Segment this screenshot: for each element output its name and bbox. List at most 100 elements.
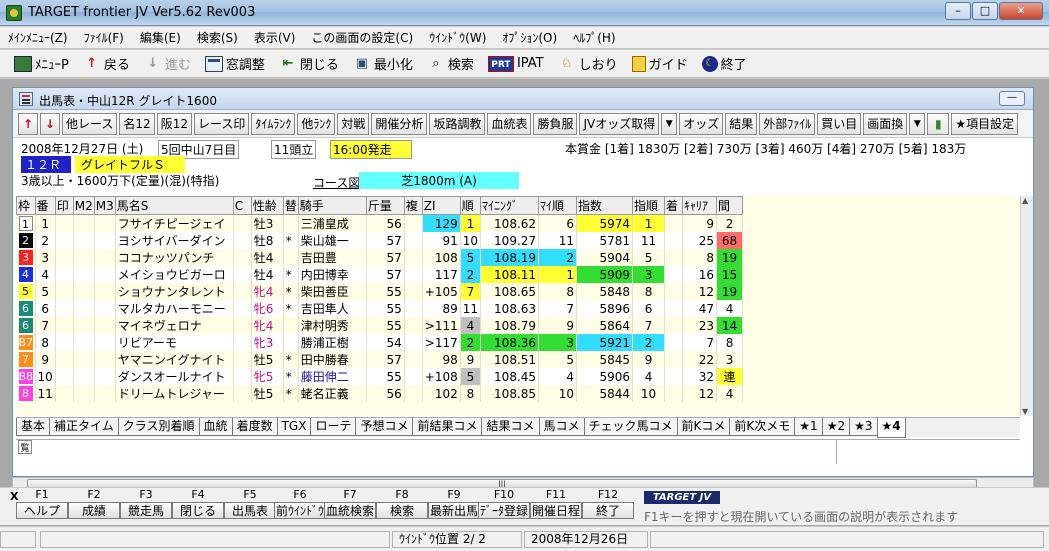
fkey-f4[interactable]: F4 閉じる bbox=[172, 488, 224, 519]
item-settings-button[interactable]: ★項目設定 bbox=[951, 112, 1019, 135]
fkey-label[interactable]: 閉じる bbox=[172, 502, 224, 519]
column-header[interactable]: 馬名S bbox=[114, 196, 234, 215]
fkey-f8[interactable]: F8 検索 bbox=[376, 488, 428, 519]
forward-button[interactable]: ↓ 進む bbox=[144, 54, 190, 74]
column-header[interactable]: C bbox=[232, 196, 252, 215]
tab-item[interactable]: TGX bbox=[276, 418, 312, 436]
other-race-button[interactable]: 他レース bbox=[62, 112, 118, 135]
exit-button[interactable]: ☾ 終了 bbox=[701, 54, 747, 73]
fkey-f12[interactable]: F12 終了 bbox=[582, 488, 634, 519]
silks-button[interactable]: 勝負服 bbox=[533, 112, 578, 135]
maximize-button[interactable]: □ bbox=[972, 2, 998, 20]
table-row[interactable]: 1 1 フサイチピージェイ 牡3 三浦皇成 56 129 1 108.62 6 5974 1 9 2 bbox=[16, 214, 744, 232]
tab-item[interactable]: 予想コメ bbox=[355, 418, 414, 436]
tab-item[interactable]: ★2 bbox=[821, 418, 851, 436]
column-header[interactable]: 指順 bbox=[632, 196, 666, 215]
child-minimize-button[interactable]: — bbox=[999, 91, 1025, 106]
fkey-label[interactable]: ヘルプ bbox=[16, 502, 68, 519]
tab-item[interactable]: 結果コメ bbox=[481, 418, 540, 436]
fkey-f6[interactable]: F6 前ｳｲﾝﾄﾞｳ bbox=[274, 488, 326, 519]
menu-main[interactable]: ﾒｲﾝﾒﾆｭｰ(Z) bbox=[8, 29, 68, 46]
jv-odds-dropdown[interactable]: ▼ bbox=[661, 112, 678, 135]
table-row[interactable]: 8 11 ドリームトレジャー 牡5 * 蛯名正義 56 102 8 108.85 10 5844 10 1… bbox=[16, 385, 744, 402]
menu-options[interactable]: ｵﾌﾟｼｮﾝ(O) bbox=[502, 29, 557, 46]
switch-screen-dropdown[interactable]: ▼ bbox=[909, 112, 926, 135]
column-header[interactable]: 枠 bbox=[16, 196, 36, 215]
tab-item[interactable]: ★1 bbox=[794, 418, 823, 436]
external-file-button[interactable]: 外部ﾌｧｲﾙ bbox=[759, 112, 816, 135]
vertical-scrollbar[interactable] bbox=[1020, 196, 1033, 416]
column-header[interactable]: 印 bbox=[54, 196, 74, 215]
column-header[interactable]: 着 bbox=[664, 196, 684, 215]
race-mark-button[interactable]: レース印 bbox=[193, 112, 250, 135]
column-header[interactable]: 騎手 bbox=[297, 196, 367, 215]
result-button[interactable]: 結果 bbox=[725, 112, 758, 135]
menu-window[interactable]: ｳｲﾝﾄﾞｳ(W) bbox=[429, 29, 486, 46]
fkey-label[interactable]: 前ｳｲﾝﾄﾞｳ bbox=[274, 502, 326, 519]
fkey-label[interactable]: 開催日程 bbox=[530, 502, 582, 519]
table-row[interactable]: B8 10 ダンスオールナイト 牝5 * 藤田伸二 55 +108 5 108.45 4 5906 4 3… bbox=[16, 368, 744, 385]
matchup-button[interactable]: 対戦 bbox=[337, 112, 370, 135]
minimize-all-button[interactable]: ▣ 最小化 bbox=[353, 54, 413, 74]
menu-view[interactable]: 表示(V) bbox=[254, 29, 296, 46]
fkey-label[interactable]: 終了 bbox=[582, 502, 634, 519]
fkey-label[interactable]: 競走馬 bbox=[120, 502, 172, 519]
tab-item[interactable]: 前結果コメ bbox=[412, 418, 483, 436]
next-race-button[interactable]: ↓ bbox=[40, 112, 60, 135]
tab-item[interactable]: 前Kコメ bbox=[676, 418, 731, 436]
tab-item[interactable]: 基本 bbox=[16, 418, 51, 436]
back-button[interactable]: ↑ 戻る bbox=[83, 54, 129, 74]
fkey-label[interactable]: 成績 bbox=[68, 502, 120, 519]
tab-item[interactable]: ローテ bbox=[310, 418, 357, 436]
meeting-analysis-button[interactable]: 開催分析 bbox=[371, 112, 428, 135]
column-header[interactable]: 性齢 bbox=[250, 196, 284, 215]
column-header[interactable]: 斤量 bbox=[365, 196, 405, 215]
ipat-button[interactable]: PRT IPAT bbox=[487, 55, 544, 72]
column-header[interactable]: 指数 bbox=[576, 196, 634, 215]
fkey-f11[interactable]: F11 開催日程 bbox=[530, 488, 582, 519]
tab-item[interactable]: 血統 bbox=[198, 418, 233, 436]
fkey-f5[interactable]: F5 出馬表 bbox=[224, 488, 276, 519]
menu-search[interactable]: 検索(S) bbox=[197, 29, 238, 46]
fkey-label[interactable]: 出馬表 bbox=[224, 502, 276, 519]
fkey-f1[interactable]: F1 ヘルプ bbox=[16, 488, 68, 519]
course-map-link[interactable]: コース図 bbox=[313, 174, 360, 191]
fkey-label[interactable]: 検索 bbox=[376, 502, 428, 519]
fkey-f2[interactable]: F2 成績 bbox=[68, 488, 120, 519]
odds-button[interactable]: オッズ bbox=[679, 112, 724, 135]
column-header[interactable]: ﾏｲﾆﾝｸﾞ bbox=[480, 196, 540, 215]
column-header[interactable]: 複 bbox=[403, 196, 423, 215]
fkey-f7[interactable]: F7 血統検索 bbox=[324, 488, 376, 519]
menu-screen-settings[interactable]: この画面の設定(C) bbox=[311, 29, 413, 46]
tab-item[interactable]: 馬コメ bbox=[538, 418, 585, 436]
table-row[interactable]: B7 8 リビアーモ 牝3 勝浦正樹 54 >117 2 108.36 3 5921 2 7 8 bbox=[16, 334, 744, 351]
prev-race-button[interactable]: ↑ bbox=[18, 112, 38, 135]
person-icon[interactable]: ▮ bbox=[927, 112, 950, 135]
tab-item[interactable]: ★3 bbox=[849, 418, 878, 436]
column-header[interactable]: M2 bbox=[72, 196, 95, 215]
other-rank-button[interactable]: 他ﾗﾝｸ bbox=[297, 112, 336, 135]
tab-item[interactable]: 補正タイム bbox=[49, 418, 119, 436]
fkey-label[interactable]: 最新出馬 bbox=[428, 502, 480, 519]
column-header[interactable]: ﾏｲ順 bbox=[538, 196, 578, 215]
column-header[interactable]: 番 bbox=[34, 196, 56, 215]
menu-edit[interactable]: 編集(E) bbox=[140, 29, 181, 46]
guide-button[interactable]: ガイド bbox=[631, 54, 688, 73]
table-row[interactable]: 7 9 ヤマニンイグナイト 牡5 * 田中勝春 57 98 9 108.51 5 5845 9 22 3 bbox=[16, 351, 744, 368]
bookmark-button[interactable]: ♘ しおり bbox=[558, 54, 618, 74]
pedigree-button[interactable]: 血統表 bbox=[487, 112, 532, 135]
fkey-f10[interactable]: F10 ﾃﾞｰﾀ登録 bbox=[478, 488, 530, 519]
slope-training-button[interactable]: 坂路調教 bbox=[429, 112, 486, 135]
menu-file[interactable]: ﾌｧｲﾙ(F) bbox=[84, 29, 124, 46]
window-adjust-button[interactable]: 窓調整 bbox=[204, 54, 265, 73]
fkey-label[interactable]: 血統検索 bbox=[324, 502, 376, 519]
table-row[interactable]: 3 3 ココナッツパンチ 牡4 吉田豊 57 108 5 108.19 2 5904 5 8 19 bbox=[16, 249, 744, 266]
column-header[interactable]: ZI bbox=[421, 196, 461, 215]
column-header[interactable]: 順 bbox=[459, 196, 482, 215]
close-window-button[interactable]: ⇤ 閉じる bbox=[279, 54, 338, 74]
table-row[interactable]: 4 4 メイショウビガーロ 牡4 * 内田博幸 57 117 2 108.11 1 5909 3 16 15 bbox=[16, 266, 744, 283]
nagoya12-button[interactable]: 名12 bbox=[119, 112, 155, 135]
tab-item[interactable]: チェック馬コメ bbox=[583, 418, 678, 436]
fkey-label[interactable]: ﾃﾞｰﾀ登録 bbox=[478, 502, 530, 519]
memo-area[interactable]: 覧 bbox=[16, 439, 1020, 464]
